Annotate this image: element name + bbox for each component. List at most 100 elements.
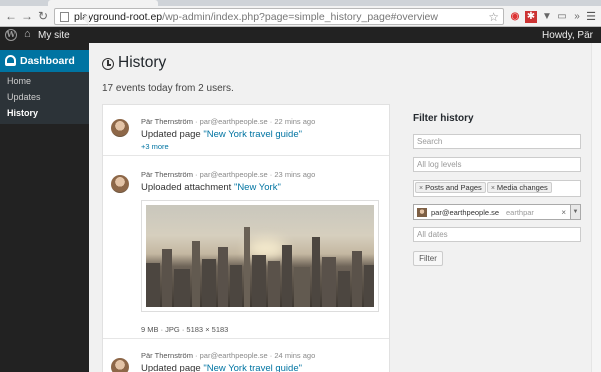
event-user-email: par@earthpeople.se [199, 351, 268, 360]
chip-posts-and-pages[interactable]: × Posts and Pages [415, 182, 486, 193]
photo-building [268, 261, 280, 307]
selected-user-email: par@earthpeople.se [431, 208, 500, 217]
search-input[interactable]: Search [413, 134, 581, 149]
menu-icon[interactable]: ☰ [585, 11, 597, 23]
page-title: History [118, 54, 167, 71]
photo-building [230, 265, 242, 307]
photo-building [282, 245, 292, 307]
home-icon[interactable]: ⌂ [24, 28, 31, 40]
chip-media-changes[interactable]: × Media changes [486, 182, 552, 193]
photo-building [244, 227, 250, 307]
dates-select[interactable]: All dates [413, 227, 581, 242]
event-link[interactable]: "New York travel guide" [203, 129, 302, 140]
page-scrollbar[interactable] [591, 43, 601, 372]
event-user-email: par@earthpeople.se [199, 117, 268, 126]
photo-building [218, 247, 228, 307]
reload-icon[interactable]: ↻ [36, 9, 50, 23]
admin-sidebar: Dashboard Home Updates History [0, 43, 89, 372]
dashboard-submenu: Home Updates History [0, 72, 89, 124]
attachment-file-meta: 9 MB · JPG · 5183 × 5183 [141, 325, 229, 334]
event-link[interactable]: "New York travel guide" [203, 363, 302, 372]
chip-remove-icon[interactable]: × [491, 185, 495, 192]
wordpress-logo-icon[interactable]: W [5, 29, 17, 41]
extension-red-icon[interactable]: ✱ [525, 11, 537, 23]
photo-building [192, 241, 200, 307]
message-types-select[interactable]: × Posts and Pages × Media changes [413, 180, 581, 197]
event-time[interactable]: 23 mins ago [274, 170, 315, 179]
clear-user-icon[interactable]: × [561, 206, 566, 220]
chip-label: Posts and Pages [425, 183, 482, 192]
cast-icon[interactable]: ▭ [556, 11, 568, 23]
photo-building [312, 237, 320, 307]
bookmark-star-icon[interactable]: ☆ [488, 10, 499, 24]
filter-button[interactable]: Filter [413, 251, 443, 266]
photo-building [162, 249, 172, 307]
new-york-skyline-image [146, 205, 374, 307]
address-bar[interactable]: playground-root.ep/wp-admin/index.php?pa… [54, 8, 504, 25]
photo-building [202, 259, 216, 307]
event-time[interactable]: 22 mins ago [274, 117, 315, 126]
event-user-name[interactable]: Pär Thernström [141, 170, 193, 179]
event-headline: Uploaded attachment "New York" [141, 182, 281, 193]
user-avatar [111, 119, 129, 137]
log-levels-select[interactable]: All log levels [413, 157, 581, 172]
dashboard-label: Dashboard [20, 55, 75, 67]
event-headline: Updated page "New York travel guide" [141, 363, 302, 372]
event-meta: Pär Thernström · par@earthpeople.se · 23… [141, 170, 316, 179]
history-clock-icon [102, 58, 114, 70]
photo-building [146, 263, 160, 307]
event-time[interactable]: 24 mins ago [274, 351, 315, 360]
event-item: Pär Thernström · par@earthpeople.se · 24… [103, 339, 389, 372]
event-item: Pär Thernström · par@earthpeople.se · 22… [103, 105, 389, 156]
events-summary: 17 events today from 2 users. [102, 83, 234, 94]
back-icon[interactable]: ← [4, 9, 18, 23]
photo-building [294, 267, 310, 307]
chip-label: Media changes [496, 183, 548, 192]
event-user-name[interactable]: Pär Thernström [141, 351, 193, 360]
event-action: Uploaded attachment [141, 182, 234, 193]
user-avatar [111, 358, 129, 372]
page-icon [60, 12, 69, 22]
photo-building [338, 271, 350, 307]
chip-remove-icon[interactable]: × [419, 185, 423, 192]
submenu-item-updates[interactable]: Updates [7, 92, 41, 102]
event-user-email: par@earthpeople.se [199, 170, 268, 179]
selected-user-avatar [417, 208, 427, 217]
photo-building [322, 257, 336, 307]
submenu-item-home[interactable]: Home [7, 76, 31, 86]
site-name-link[interactable]: My site [38, 30, 70, 41]
dashboard-gauge-icon [5, 55, 16, 66]
user-avatar [111, 175, 129, 193]
overflow-icon[interactable]: » [572, 11, 582, 23]
howdy-user-link[interactable]: Howdy, Pär [542, 30, 593, 41]
event-user-name[interactable]: Pär Thernström [141, 117, 193, 126]
extension-abp-icon[interactable]: ◉ [508, 11, 522, 23]
pocket-icon[interactable]: ▼ [541, 11, 553, 23]
event-meta: Pär Thernström · par@earthpeople.se · 22… [141, 117, 316, 126]
wp-admin-bar: W ⌂ My site Howdy, Pär [0, 27, 601, 43]
photo-building [252, 255, 266, 307]
attachment-thumbnail[interactable] [141, 200, 379, 312]
sidebar-item-dashboard[interactable]: Dashboard [0, 50, 89, 72]
main-content: History 17 events today from 2 users. Pä… [89, 43, 601, 372]
user-select-arrow-icon[interactable]: ▼ [571, 204, 581, 220]
photo-building [364, 265, 374, 307]
current-menu-arrow [83, 13, 89, 25]
photo-building [174, 269, 190, 307]
event-meta: Pär Thernström · par@earthpeople.se · 24… [141, 351, 316, 360]
event-link[interactable]: "New York" [234, 182, 281, 193]
event-item: Pär Thernström · par@earthpeople.se · 23… [103, 156, 389, 339]
filter-history-title: Filter history [413, 113, 474, 124]
events-list: Pär Thernström · par@earthpeople.se · 22… [102, 104, 390, 372]
photo-building [352, 251, 362, 307]
submenu-item-history[interactable]: History [7, 108, 38, 118]
url-path: /wp-admin/index.php?page=simple_history_… [162, 11, 438, 23]
forward-icon[interactable]: → [20, 9, 34, 23]
event-headline: Updated page "New York travel guide" [141, 129, 302, 140]
event-action: Updated page [141, 129, 204, 140]
more-events-link[interactable]: +3 more [141, 142, 169, 151]
address-url: playground-root.ep/wp-admin/index.php?pa… [74, 11, 438, 23]
browser-toolbar: ← → ↻ playground-root.ep/wp-admin/index.… [0, 6, 601, 27]
user-select[interactable]: par@earthpeople.se earthpar × [413, 204, 571, 220]
event-action: Updated page [141, 363, 204, 372]
